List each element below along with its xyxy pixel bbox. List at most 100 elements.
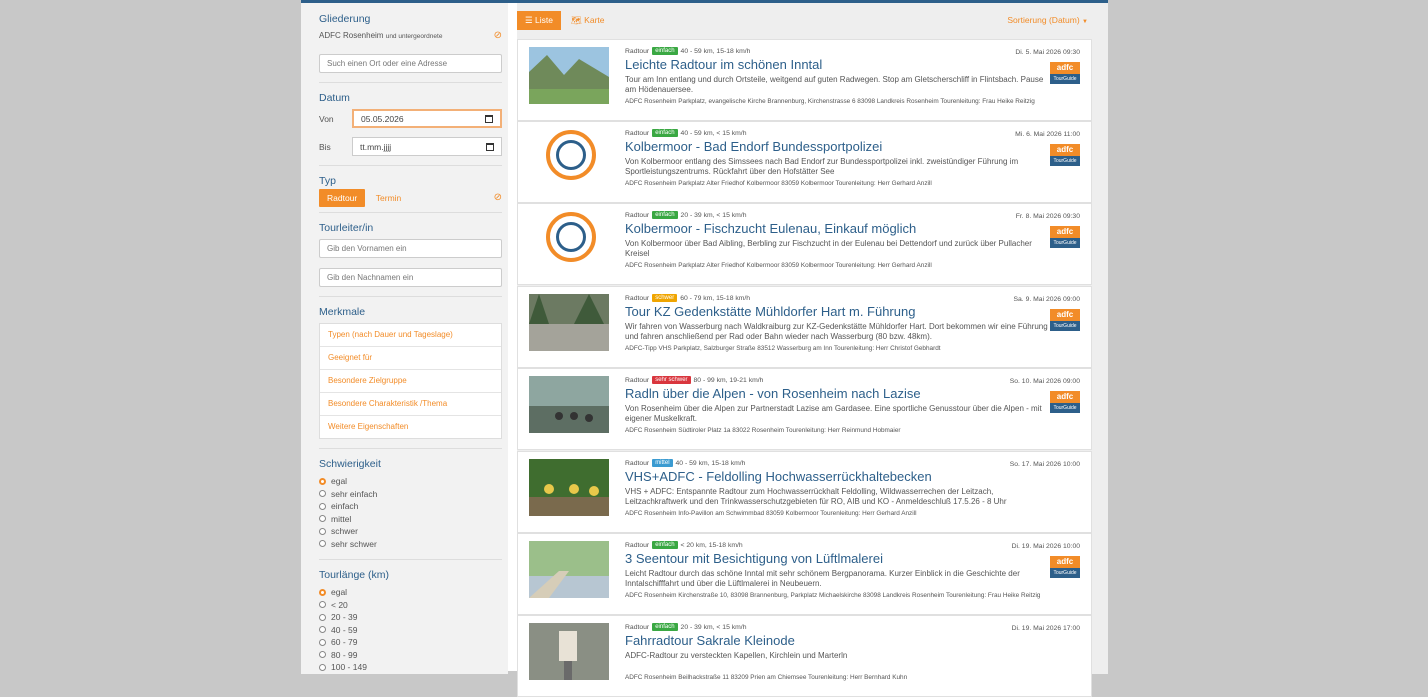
radio-option[interactable]: sehr einfach <box>319 488 502 501</box>
radio-label: einfach <box>331 501 359 512</box>
merkmale-list: Typen (nach Dauer und Tageslage) Geeigne… <box>319 323 502 439</box>
tour-date: Fr. 8. Mai 2026 09:30 <box>1015 213 1080 220</box>
sort-dropdown[interactable]: Sortierung (Datum) ▼ <box>1007 15 1088 25</box>
reset-gliederung-icon[interactable]: ⊘ <box>494 30 502 41</box>
radio-label: egal <box>331 476 348 487</box>
tour-card[interactable]: Radtour sehr schwer 80 - 99 km, 19-21 km/h… <box>517 368 1092 450</box>
radio-option[interactable]: egal <box>319 475 502 488</box>
radio-icon[interactable] <box>319 626 326 634</box>
calendar-icon[interactable] <box>485 114 493 123</box>
tour-image[interactable] <box>529 541 609 598</box>
radio-option[interactable]: 60 - 79 <box>319 636 502 649</box>
sort-label: Sortierung (Datum) <box>1007 15 1080 25</box>
radio-icon[interactable] <box>319 527 326 535</box>
tour-stats: 40 - 59 km, 15-18 km/h <box>675 459 746 467</box>
merkmal-item[interactable]: Geeignet für <box>320 347 501 370</box>
radio-icon[interactable] <box>319 613 326 621</box>
radio-label: egal <box>331 587 348 598</box>
adfc-logo-top: adfc <box>1050 391 1080 403</box>
radio-option[interactable]: schwer <box>319 525 502 538</box>
radio-selected-icon[interactable] <box>319 477 326 485</box>
calendar-icon[interactable] <box>486 142 494 151</box>
bis-date-input[interactable]: tt.mm.jjjj <box>352 137 502 156</box>
tour-title-link[interactable]: Kolbermoor - Fischzucht Eulenau, Einkauf… <box>625 221 916 236</box>
tour-description: Von Kolbermoor über Bad Aibling, Berblin… <box>625 239 1032 258</box>
nachname-input[interactable]: Gib den Nachnamen ein <box>319 268 502 287</box>
radio-icon[interactable] <box>319 638 326 646</box>
reset-typ-icon[interactable]: ⊘ <box>494 192 502 203</box>
radio-label: < 20 <box>331 599 348 610</box>
adfc-logo-bottom: TourGuide <box>1050 403 1080 413</box>
tour-stats: 80 - 99 km, 19-21 km/h <box>693 376 764 384</box>
tour-card[interactable]: Radtour einfach 20 - 39 km, < 15 km/h Fr. 8… <box>517 203 1092 285</box>
radio-option[interactable]: egal <box>319 586 502 599</box>
tour-image[interactable] <box>529 294 609 351</box>
adfc-tourguide-logo: adfc TourGuide <box>1050 556 1080 578</box>
tour-title-link[interactable]: Kolbermoor - Bad Endorf Bundessportpoliz… <box>625 139 882 154</box>
tour-date: Sa. 9. Mai 2026 09:00 <box>1013 296 1080 303</box>
radio-icon[interactable] <box>319 540 326 548</box>
tab-liste-label: Liste <box>535 15 553 25</box>
merkmal-item[interactable]: Typen (nach Dauer und Tageslage) <box>320 324 501 347</box>
merkmal-item[interactable]: Besondere Zielgruppe <box>320 370 501 393</box>
tour-title-link[interactable]: Fahrradtour Sakrale Kleinode <box>625 633 795 648</box>
radio-icon[interactable] <box>319 651 326 659</box>
tour-title-link[interactable]: VHS+ADFC - Feldolling Hochwasserrückhalt… <box>625 469 932 484</box>
filter-sidebar: Gliederung ADFC Rosenheim und untergeord… <box>301 3 508 674</box>
tour-meta: Radtour einfach 20 - 39 km, < 15 km/h <box>625 623 746 631</box>
tour-card[interactable]: Radtour schwer 60 - 79 km, 15-18 km/h Sa. 9… <box>517 286 1092 368</box>
von-date-input[interactable]: 05.05.2026 <box>352 109 502 128</box>
radio-icon[interactable] <box>319 663 326 671</box>
tour-title-link[interactable]: Radln über die Alpen - von Rosenheim nac… <box>625 386 921 401</box>
merkmal-item[interactable]: Besondere Charakteristik /Thema <box>320 393 501 416</box>
datum-section: Datum Von 05.05.2026 Bis tt.mm.jjjj <box>319 92 502 166</box>
von-date-value: 05.05.2026 <box>361 113 404 124</box>
tour-card[interactable]: Radtour einfach 40 - 59 km, < 15 km/h Mi. 6… <box>517 121 1092 203</box>
tour-image[interactable] <box>529 459 609 516</box>
list-toolbar: ☰ Liste 🗺 Karte Sortierung (Datum) ▼ <box>517 10 1092 30</box>
adfc-tourguide-logo: adfc TourGuide <box>1050 144 1080 166</box>
radio-option[interactable]: 40 - 59 <box>319 624 502 637</box>
tour-title-link[interactable]: Leichte Radtour im schönen Inntal <box>625 57 822 72</box>
tab-karte[interactable]: 🗺 Karte <box>571 15 605 26</box>
difficulty-badge: einfach <box>652 47 678 55</box>
radio-label: 60 - 79 <box>331 637 358 648</box>
radio-icon[interactable] <box>319 601 326 609</box>
tour-card[interactable]: Radtour einfach < 20 km, 15-18 km/h Di. 19.… <box>517 533 1092 615</box>
radio-option[interactable]: 100 - 149 <box>319 661 502 674</box>
tour-title-link[interactable]: 3 Seentour mit Besichtigung von Lüftlmal… <box>625 551 883 566</box>
radio-selected-icon[interactable] <box>319 588 326 596</box>
tour-card[interactable]: Radtour einfach 40 - 59 km, 15-18 km/h Di. … <box>517 39 1092 121</box>
tourleiter-title: Tourleiter/in <box>319 222 374 234</box>
radio-option[interactable]: 80 - 99 <box>319 649 502 662</box>
tour-image[interactable] <box>529 623 609 680</box>
radio-label: mittel <box>331 513 352 524</box>
radio-icon[interactable] <box>319 515 326 523</box>
radio-option[interactable]: mittel <box>319 513 502 526</box>
tour-type: Radtour <box>625 211 650 219</box>
typ-radtour-button[interactable]: Radtour <box>319 188 366 207</box>
radio-label: sehr schwer <box>331 538 377 549</box>
tour-meta: Radtour einfach 20 - 39 km, < 15 km/h <box>625 211 746 219</box>
vorname-input[interactable]: Gib den Vornamen ein <box>319 239 502 258</box>
radio-option[interactable]: einfach <box>319 500 502 513</box>
typ-termin-button[interactable]: Termin <box>376 193 402 203</box>
radio-option[interactable]: sehr schwer <box>319 538 502 551</box>
schwierigkeit-section: Schwierigkeit egal sehr einfach einfach … <box>319 458 502 560</box>
tour-title-link[interactable]: Tour KZ Gedenkstätte Mühldorfer Hart m. … <box>625 304 915 319</box>
radio-icon[interactable] <box>319 490 326 498</box>
tour-meta: Radtour schwer 60 - 79 km, 15-18 km/h <box>625 294 750 302</box>
merkmal-item[interactable]: Weitere Eigenschaften <box>320 416 501 438</box>
radio-icon[interactable] <box>319 502 326 510</box>
tour-image[interactable] <box>529 47 609 104</box>
tab-liste[interactable]: ☰ Liste <box>517 11 561 30</box>
tour-stats: 40 - 59 km, < 15 km/h <box>680 129 747 137</box>
tour-card[interactable]: Radtour einfach 20 - 39 km, < 15 km/h Di. 1… <box>517 615 1092 697</box>
tour-card[interactable]: Radtour mittel 40 - 59 km, 15-18 km/h So. 1… <box>517 451 1092 533</box>
gliederung-title: Gliederung <box>319 13 371 25</box>
radio-option[interactable]: 20 - 39 <box>319 611 502 624</box>
location-search-input[interactable]: Such einen Ort oder eine Adresse <box>319 54 502 73</box>
radio-option[interactable]: < 20 <box>319 599 502 612</box>
schwierigkeit-title: Schwierigkeit <box>319 458 381 470</box>
tour-image[interactable] <box>529 376 609 433</box>
